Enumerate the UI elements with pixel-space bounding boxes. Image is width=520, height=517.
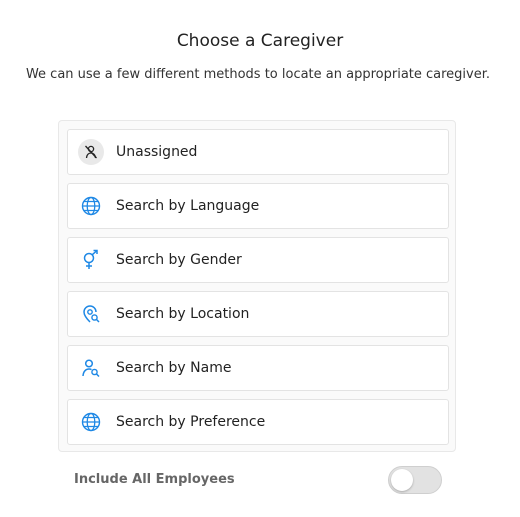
option-label: Search by Location	[116, 306, 250, 322]
option-label: Unassigned	[116, 144, 198, 160]
option-label: Search by Gender	[116, 252, 242, 268]
option-label: Search by Preference	[116, 414, 266, 430]
globe-icon	[78, 193, 104, 219]
caregiver-options-panel: Unassigned Search by Language Search by …	[58, 120, 456, 452]
option-search-by-preference[interactable]: Search by Preference	[67, 399, 449, 445]
option-search-by-name[interactable]: Search by Name	[67, 345, 449, 391]
page-subtitle: We can use a few different methods to lo…	[25, 67, 491, 82]
option-search-by-gender[interactable]: Search by Gender	[67, 237, 449, 283]
option-unassigned[interactable]: Unassigned	[67, 129, 449, 175]
choose-caregiver-dialog: Choose a Caregiver We can use a few diff…	[0, 0, 520, 517]
include-all-employees-label: Include All Employees	[74, 472, 235, 487]
page-title: Choose a Caregiver	[176, 31, 344, 51]
option-search-by-language[interactable]: Search by Language	[67, 183, 449, 229]
option-search-by-location[interactable]: Search by Location	[67, 291, 449, 337]
option-label: Search by Language	[116, 198, 260, 214]
option-label: Search by Name	[116, 360, 232, 376]
include-all-employees-toggle[interactable]	[388, 466, 442, 494]
gender-icon	[78, 247, 104, 273]
person-search-icon	[78, 355, 104, 381]
location-search-icon	[78, 301, 104, 327]
person-slash-icon	[78, 139, 104, 165]
globe-icon	[78, 409, 104, 435]
toggle-knob	[391, 469, 413, 491]
